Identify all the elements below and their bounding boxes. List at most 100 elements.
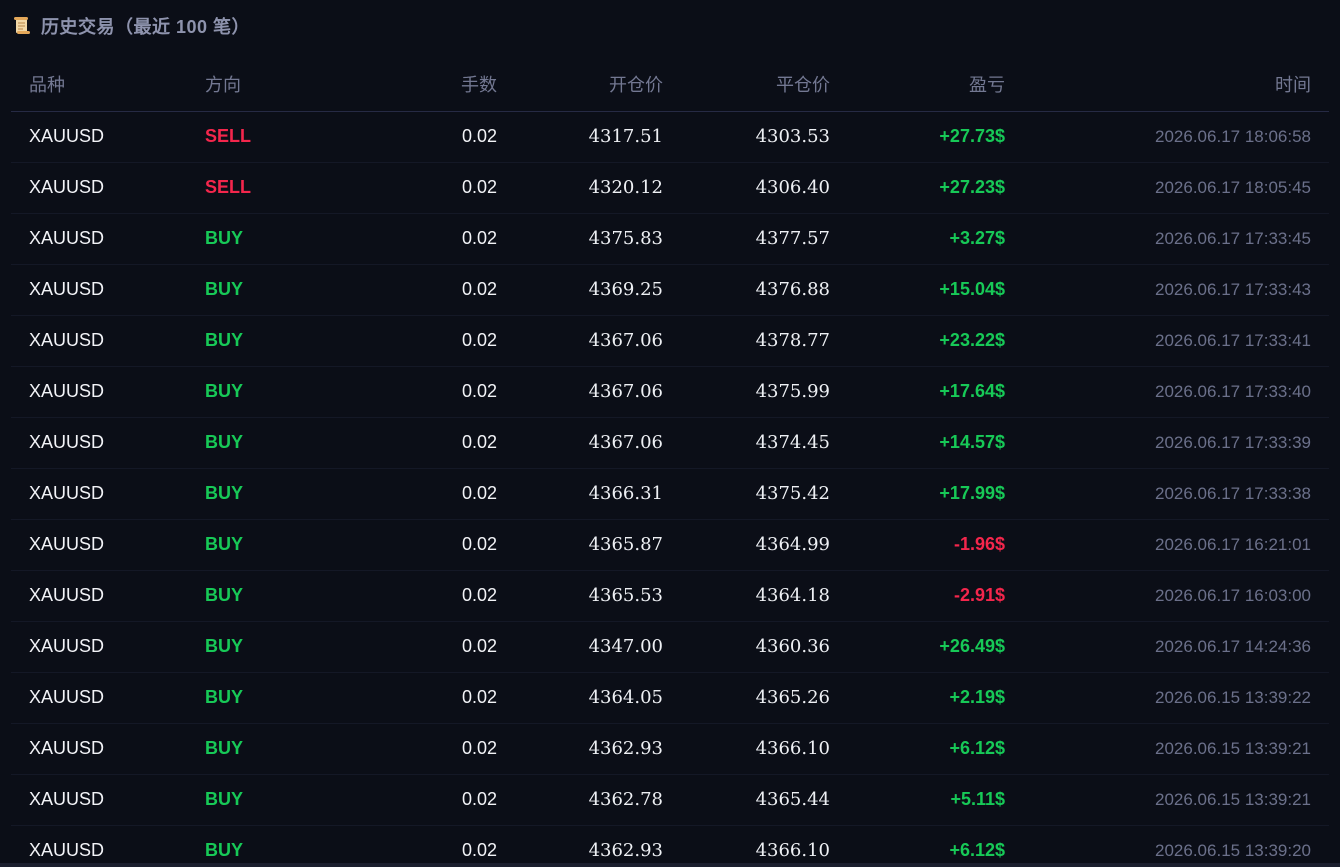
direction-cell: BUY [205,738,244,758]
symbol-cell: XAUUSD [29,432,105,452]
direction-cell: BUY [205,381,244,401]
table-row: XAUUSD BUY 0.02 4364.05 4365.26 +2.19$ 2026.06… [11,672,1329,723]
close-price-cell: 4360.36 [755,636,830,657]
direction-cell: BUY [205,534,244,554]
lots-cell: 0.02 [461,636,497,656]
symbol-cell: XAUUSD [29,585,105,605]
table-row: XAUUSD BUY 0.02 4366.31 4375.42 +17.99$ 2026.0… [11,468,1329,519]
time-cell: 2026.06.15 13:39:21 [1155,789,1311,809]
table-row: XAUUSD BUY 0.02 4362.93 4366.10 +6.12$ 2026.06… [11,825,1329,867]
time-cell: 2026.06.17 17:33:45 [1155,228,1311,248]
column-header-lots: 手数 [461,75,497,96]
direction-cell: BUY [205,279,244,299]
lots-cell: 0.02 [461,534,497,554]
panel-title: 历史交易（最近 100 笔） [41,17,251,37]
close-price-cell: 4364.99 [755,534,830,555]
symbol-cell: XAUUSD [29,279,105,299]
time-cell: 2026.06.17 17:33:41 [1155,330,1311,350]
open-price-cell: 4317.51 [588,126,663,147]
direction-cell: BUY [205,687,244,707]
trade-rows: XAUUSD SELL 0.02 4317.51 4303.53 +27.73$ 2026.… [11,111,1329,867]
close-price-cell: 4366.10 [755,840,830,861]
time-cell: 2026.06.17 17:33:39 [1155,432,1311,452]
lots-cell: 0.02 [461,687,497,707]
direction-cell: BUY [205,789,244,809]
direction-cell: SELL [205,177,252,197]
time-cell: 2026.06.17 18:06:58 [1155,126,1311,146]
close-price-cell: 4365.44 [755,789,830,810]
open-price-cell: 4375.83 [588,228,663,249]
pnl-cell: -1.96$ [953,534,1005,554]
close-price-cell: 4364.18 [755,585,830,606]
pnl-cell: +2.19$ [949,687,1005,707]
lots-cell: 0.02 [461,432,497,452]
direction-cell: BUY [205,330,244,350]
lots-cell: 0.02 [461,126,497,146]
table-row: XAUUSD BUY 0.02 4362.78 4365.44 +5.11$ 2026.06… [11,774,1329,825]
symbol-cell: XAUUSD [29,483,105,503]
table-row: XAUUSD BUY 0.02 4347.00 4360.36 +26.49$ 2026.0… [11,621,1329,672]
time-cell: 2026.06.17 16:21:01 [1155,534,1311,554]
symbol-cell: XAUUSD [29,840,105,860]
open-price-cell: 4320.12 [588,177,663,198]
symbol-cell: XAUUSD [29,636,105,656]
direction-cell: BUY [205,432,244,452]
open-price-cell: 4365.87 [588,534,663,555]
table-row: XAUUSD BUY 0.02 4367.06 4375.99 +17.64$ 2026.0… [11,366,1329,417]
column-header-open-price: 开仓价 [609,75,663,96]
direction-cell: BUY [205,228,244,248]
table-header-row: 品种 方向 手数 开仓价 平仓价 盈亏 时间 [11,58,1329,111]
time-cell: 2026.06.17 14:24:36 [1155,636,1311,656]
direction-cell: BUY [205,585,244,605]
symbol-cell: XAUUSD [29,687,105,707]
table-row: XAUUSD BUY 0.02 4367.06 4378.77 +23.22$ 2026.0… [11,315,1329,366]
time-cell: 2026.06.17 17:33:40 [1155,381,1311,401]
symbol-cell: XAUUSD [29,228,105,248]
symbol-cell: XAUUSD [29,330,105,350]
direction-cell: BUY [205,636,244,656]
table-row: XAUUSD SELL 0.02 4320.12 4306.40 +27.23$ 2026.… [11,162,1329,213]
pnl-cell: +5.11$ [950,789,1005,809]
table-row: XAUUSD SELL 0.02 4317.51 4303.53 +27.73$ 2026.… [11,111,1329,162]
table-row: XAUUSD BUY 0.02 4365.53 4364.18 -2.91$ 2026.06… [11,570,1329,621]
pnl-cell: +27.23$ [939,177,1005,197]
close-price-cell: 4366.10 [755,738,830,759]
pnl-cell: +27.73$ [939,126,1005,146]
lots-cell: 0.02 [461,789,497,809]
pnl-cell: +23.22$ [939,330,1005,350]
symbol-cell: XAUUSD [29,177,105,197]
time-cell: 2026.06.15 13:39:21 [1155,738,1311,758]
lots-cell: 0.02 [461,228,497,248]
open-price-cell: 4367.06 [588,330,663,351]
column-header-time: 时间 [1275,75,1311,96]
open-price-cell: 4367.06 [588,381,663,402]
symbol-cell: XAUUSD [29,738,105,758]
table-row: XAUUSD BUY 0.02 4369.25 4376.88 +15.04$ 2026.0… [11,264,1329,315]
open-price-cell: 4362.93 [588,840,663,861]
pnl-cell: +6.12$ [949,738,1005,758]
time-cell: 2026.06.17 17:33:38 [1155,483,1311,503]
open-price-cell: 4366.31 [588,483,663,504]
symbol-cell: XAUUSD [29,126,105,146]
table-row: XAUUSD BUY 0.02 4375.83 4377.57 +3.27$ 2026.06… [11,213,1329,264]
time-cell: 2026.06.17 16:03:00 [1155,585,1311,605]
close-price-cell: 4378.77 [755,330,830,351]
symbol-cell: XAUUSD [29,534,105,554]
pnl-cell: +17.99$ [939,483,1005,503]
close-price-cell: 4376.88 [755,279,830,300]
close-price-cell: 4375.42 [755,483,830,504]
symbol-cell: XAUUSD [29,381,105,401]
pnl-cell: +15.04$ [939,279,1005,299]
lots-cell: 0.02 [461,279,497,299]
column-header-direction: 方向 [205,75,241,96]
direction-cell: SELL [205,126,252,146]
lots-cell: 0.02 [461,381,497,401]
trade-history-table: 品种 方向 手数 开仓价 平仓价 盈亏 时间 XAUUSD SELL 0.02 431… [11,58,1329,867]
lots-cell: 0.02 [461,483,497,503]
trade-history-panel: 历史交易（最近 100 笔） 品种 方向 手数 开仓价 平仓价 盈亏 时间 XA… [0,0,1340,867]
close-price-cell: 4306.40 [755,177,830,198]
open-price-cell: 4369.25 [588,279,663,300]
lots-cell: 0.02 [461,330,497,350]
close-price-cell: 4365.26 [755,687,830,708]
horizontal-scrollbar[interactable] [0,863,1340,867]
